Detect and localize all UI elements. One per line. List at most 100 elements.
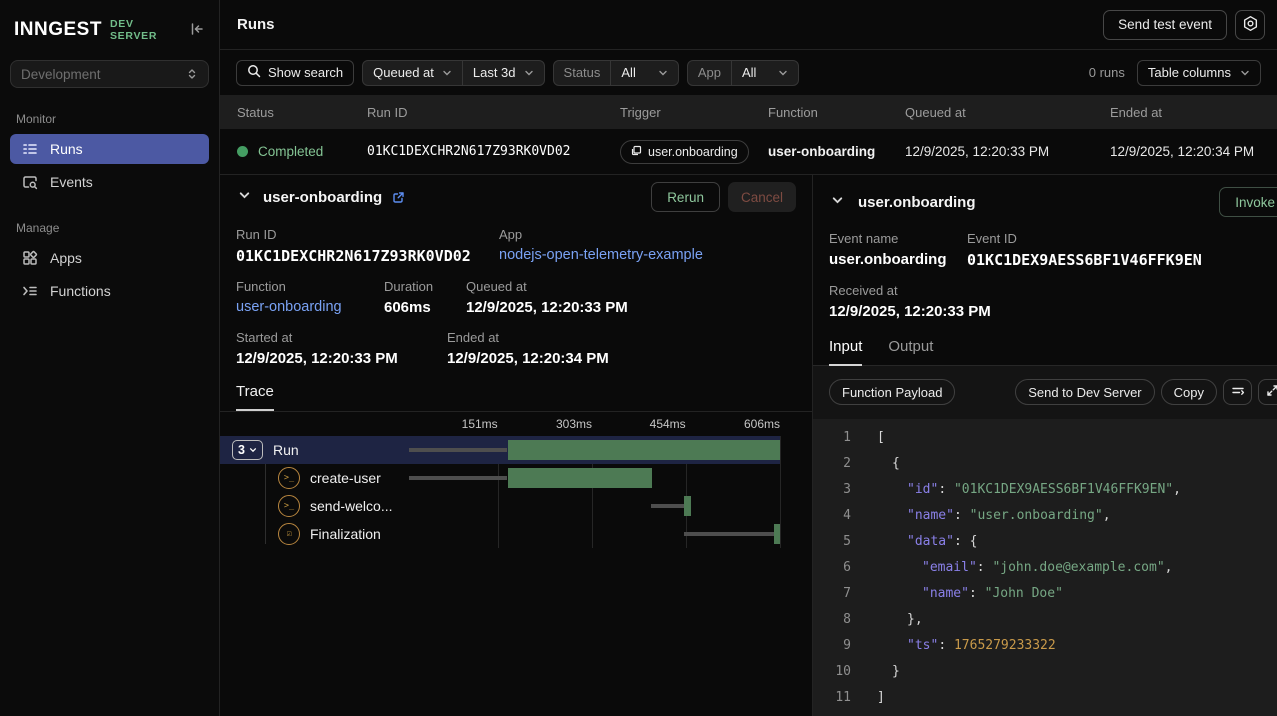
code-lines: 1[2{3"id": "01KC1DEX9AESS6BF1V46FFK9EN",…	[813, 425, 1277, 711]
functions-icon	[21, 282, 39, 300]
trace-waterfall: 151ms303ms454ms606ms 3Run>_create-user>_…	[220, 412, 812, 548]
trace-row-label: Finalization	[310, 526, 381, 542]
line-number: 3	[813, 477, 851, 503]
send-to-dev-server-button[interactable]: Send to Dev Server	[1015, 379, 1154, 405]
function-link[interactable]: user-onboarding	[236, 299, 384, 315]
sidebar-item-events[interactable]: Events	[10, 167, 209, 197]
app-filter-group: App All	[687, 60, 800, 86]
event-detail-panel: user.onboarding Invoke Event name user.o…	[813, 175, 1277, 716]
send-test-event-button[interactable]: Send test event	[1103, 10, 1227, 40]
event-name-label: Event name	[829, 231, 967, 246]
column-header-run-id: Run ID	[367, 105, 620, 120]
line-number: 1	[813, 425, 851, 451]
column-header-function: Function	[768, 105, 905, 120]
chevron-down-icon	[778, 68, 788, 78]
trace-row-track	[404, 464, 780, 492]
chevron-down-icon	[658, 68, 668, 78]
trace-queue-line	[684, 532, 774, 536]
queued-at-label: Queued at	[466, 279, 796, 294]
chevron-down-icon	[238, 189, 251, 205]
status-filter-dropdown[interactable]: All	[610, 60, 677, 86]
tab-trace[interactable]: Trace	[236, 383, 274, 411]
line-number: 5	[813, 529, 851, 555]
code-line: 5"data": {	[813, 529, 1277, 555]
time-filter-group: Queued at Last 3d	[362, 60, 544, 86]
collapse-run-details-button[interactable]	[236, 187, 253, 207]
environment-select-value: Development	[21, 67, 101, 82]
ended-at-value: 12/9/2025, 12:20:34 PM	[447, 350, 796, 367]
sidebar-item-runs[interactable]: Runs	[10, 134, 209, 164]
trace-exec-bar	[774, 524, 780, 544]
function-label: Function	[236, 279, 384, 294]
queued-at-value: 12/9/2025, 12:20:33 PM	[466, 299, 796, 316]
apps-icon	[21, 249, 39, 267]
trace-expand-badge[interactable]: 3	[232, 440, 263, 460]
table-row[interactable]: Completed 01KC1DEXCHR2N617Z93RK0VD02 use…	[220, 129, 1277, 175]
settings-button[interactable]	[1235, 10, 1265, 40]
trace-row-run[interactable]: 3 Run	[220, 436, 780, 464]
function-payload-button[interactable]: Function Payload	[829, 379, 955, 405]
sidebar-item-label: Functions	[50, 283, 111, 299]
chevron-down-icon	[831, 194, 844, 210]
select-chevrons-icon	[186, 68, 198, 80]
trace-row-track	[404, 492, 780, 520]
line-number: 7	[813, 581, 851, 607]
duration-label: Duration	[384, 279, 466, 294]
trace-row-finalization[interactable]: ☑Finalization	[220, 520, 780, 548]
trigger-badge[interactable]: user.onboarding	[620, 140, 749, 164]
trace-row-send-welco-[interactable]: >_send-welco...	[220, 492, 780, 520]
chevron-down-icon	[249, 446, 257, 454]
expand-button[interactable]	[1258, 379, 1277, 405]
tab-input[interactable]: Input	[829, 338, 862, 366]
invoke-button[interactable]: Invoke	[1219, 187, 1277, 217]
sidebar-nav: Monitor Runs Events Manage Apps	[0, 88, 219, 309]
app-label: App	[499, 227, 796, 242]
time-range-dropdown[interactable]: Last 3d	[462, 60, 544, 86]
step-terminal-icon: >_	[278, 495, 300, 517]
main-content: Runs Send test event Show search Queued …	[220, 0, 1277, 716]
trace-exec-bar	[508, 468, 652, 488]
search-icon	[247, 64, 261, 81]
environment-select[interactable]: Development	[10, 60, 209, 88]
event-id-label: Event ID	[967, 231, 1277, 246]
status-dot	[237, 146, 248, 157]
payload-code-editor: 1[2{3"id": "01KC1DEX9AESS6BF1V46FFK9EN",…	[813, 419, 1277, 716]
wrap-lines-button[interactable]	[1223, 379, 1252, 405]
code-line: 2{	[813, 451, 1277, 477]
column-header-status: Status	[237, 105, 367, 120]
received-at-value: 12/9/2025, 12:20:33 PM	[829, 303, 1277, 320]
app-filter-dropdown[interactable]: All	[731, 60, 798, 86]
chevron-down-icon	[524, 68, 534, 78]
tab-output[interactable]: Output	[888, 338, 933, 365]
cancel-button[interactable]: Cancel	[728, 182, 796, 212]
code-line: 6"email": "john.doe@example.com",	[813, 555, 1277, 581]
collapse-event-details-button[interactable]	[829, 192, 846, 212]
ended-at-cell: 12/9/2025, 12:20:34 PM	[1110, 144, 1277, 159]
rerun-button[interactable]: Rerun	[651, 182, 720, 212]
collapse-sidebar-button[interactable]	[189, 21, 205, 40]
show-search-button[interactable]: Show search	[236, 60, 354, 86]
trace-rows: 3 Run >_create-user>_send-welco...☑Finaliz…	[220, 436, 812, 548]
function-cell: user-onboarding	[768, 144, 905, 159]
sidebar-item-functions[interactable]: Functions	[10, 276, 209, 306]
line-number: 11	[813, 685, 851, 711]
table-columns-dropdown[interactable]: Table columns	[1137, 60, 1261, 86]
external-link-icon[interactable]	[392, 191, 405, 204]
trace-row-create-user[interactable]: >_create-user	[220, 464, 780, 492]
event-name-value: user.onboarding	[829, 251, 967, 268]
app-filter-label: App	[688, 60, 731, 86]
app-link[interactable]: nodejs-open-telemetry-example	[499, 247, 796, 263]
wrap-lines-icon	[1231, 384, 1245, 401]
logo-row: INNGEST DEV SERVER	[0, 0, 219, 54]
line-number: 2	[813, 451, 851, 477]
ended-at-label: Ended at	[447, 330, 796, 345]
trace-queue-line	[651, 504, 685, 508]
page-title: Runs	[237, 16, 275, 33]
queued-at-dropdown[interactable]: Queued at	[363, 60, 462, 86]
copy-button[interactable]: Copy	[1161, 379, 1217, 405]
trace-row-label: Run	[273, 442, 299, 458]
sidebar-item-apps[interactable]: Apps	[10, 243, 209, 273]
sidebar-item-label: Events	[50, 174, 93, 190]
run-title: user-onboarding	[263, 189, 382, 206]
trace-row-track	[404, 436, 780, 464]
